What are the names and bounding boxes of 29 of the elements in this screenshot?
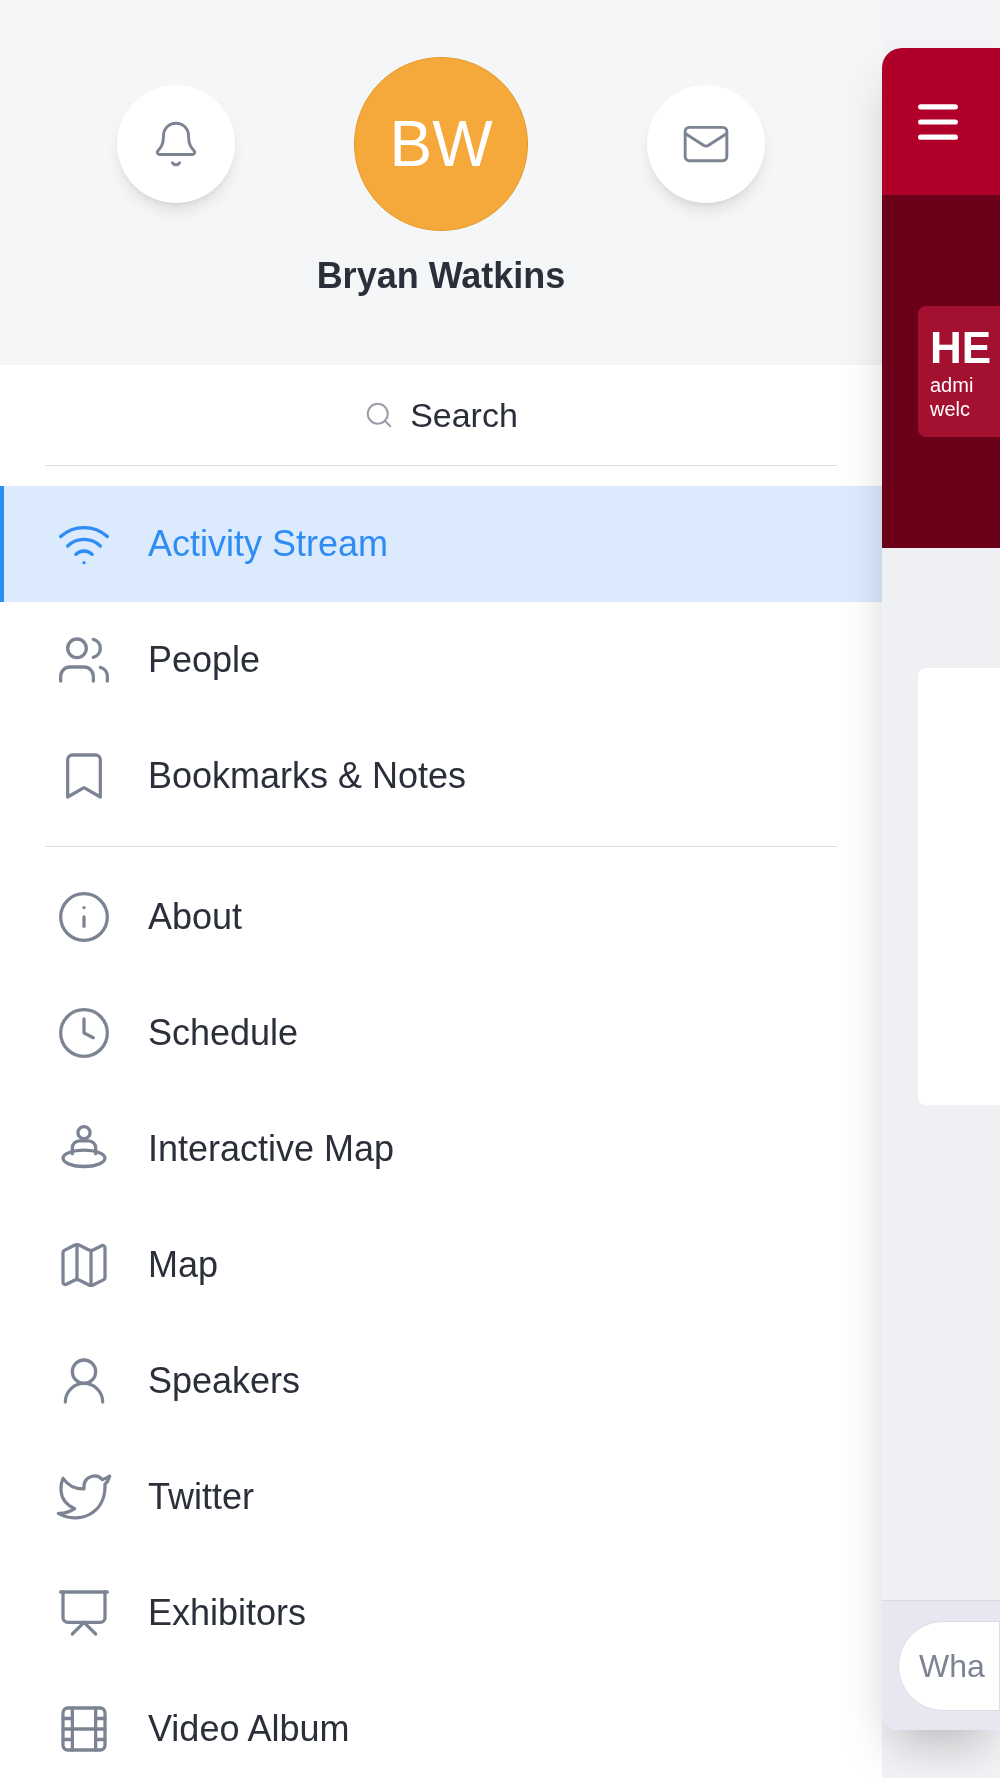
menu-label: Twitter <box>148 1475 254 1519</box>
composer-field[interactable]: Wha <box>898 1620 1000 1711</box>
menu-item[interactable]: Interactive Map <box>0 1091 882 1207</box>
user-name: Bryan Watkins <box>316 254 566 298</box>
menu-label: Interactive Map <box>148 1127 395 1171</box>
menu-label: Video Album <box>148 1707 350 1751</box>
menu-item[interactable]: People <box>0 602 882 718</box>
menu-item[interactable]: Map <box>0 1207 882 1323</box>
menu-label: About <box>148 895 243 939</box>
menu-item[interactable]: Schedule <box>0 975 882 1091</box>
menu-label: Map <box>148 1243 219 1287</box>
banner-text: welc <box>930 396 971 421</box>
menu-item[interactable]: Bookmarks & Notes <box>0 718 882 834</box>
menu-item[interactable]: Exhibitors <box>0 1555 882 1671</box>
menu-item[interactable]: Speakers <box>0 1323 882 1439</box>
clock-icon <box>56 1005 112 1061</box>
menu-item[interactable]: About <box>0 859 882 975</box>
menu-label: Activity Stream <box>148 522 389 566</box>
banner-text: admi <box>930 372 975 397</box>
menu-label: Bookmarks & Notes <box>148 754 467 798</box>
banner-title: HE <box>930 322 993 373</box>
search-field[interactable]: Search <box>45 365 837 466</box>
menu-label: People <box>148 638 261 682</box>
menu-label: Speakers <box>148 1359 301 1403</box>
menu-item[interactable]: Video Album <box>0 1671 882 1778</box>
info-icon <box>56 889 112 945</box>
menu-label: Exhibitors <box>148 1591 307 1635</box>
menu-label: Schedule <box>148 1011 299 1055</box>
menu-item[interactable]: Twitter <box>0 1439 882 1555</box>
